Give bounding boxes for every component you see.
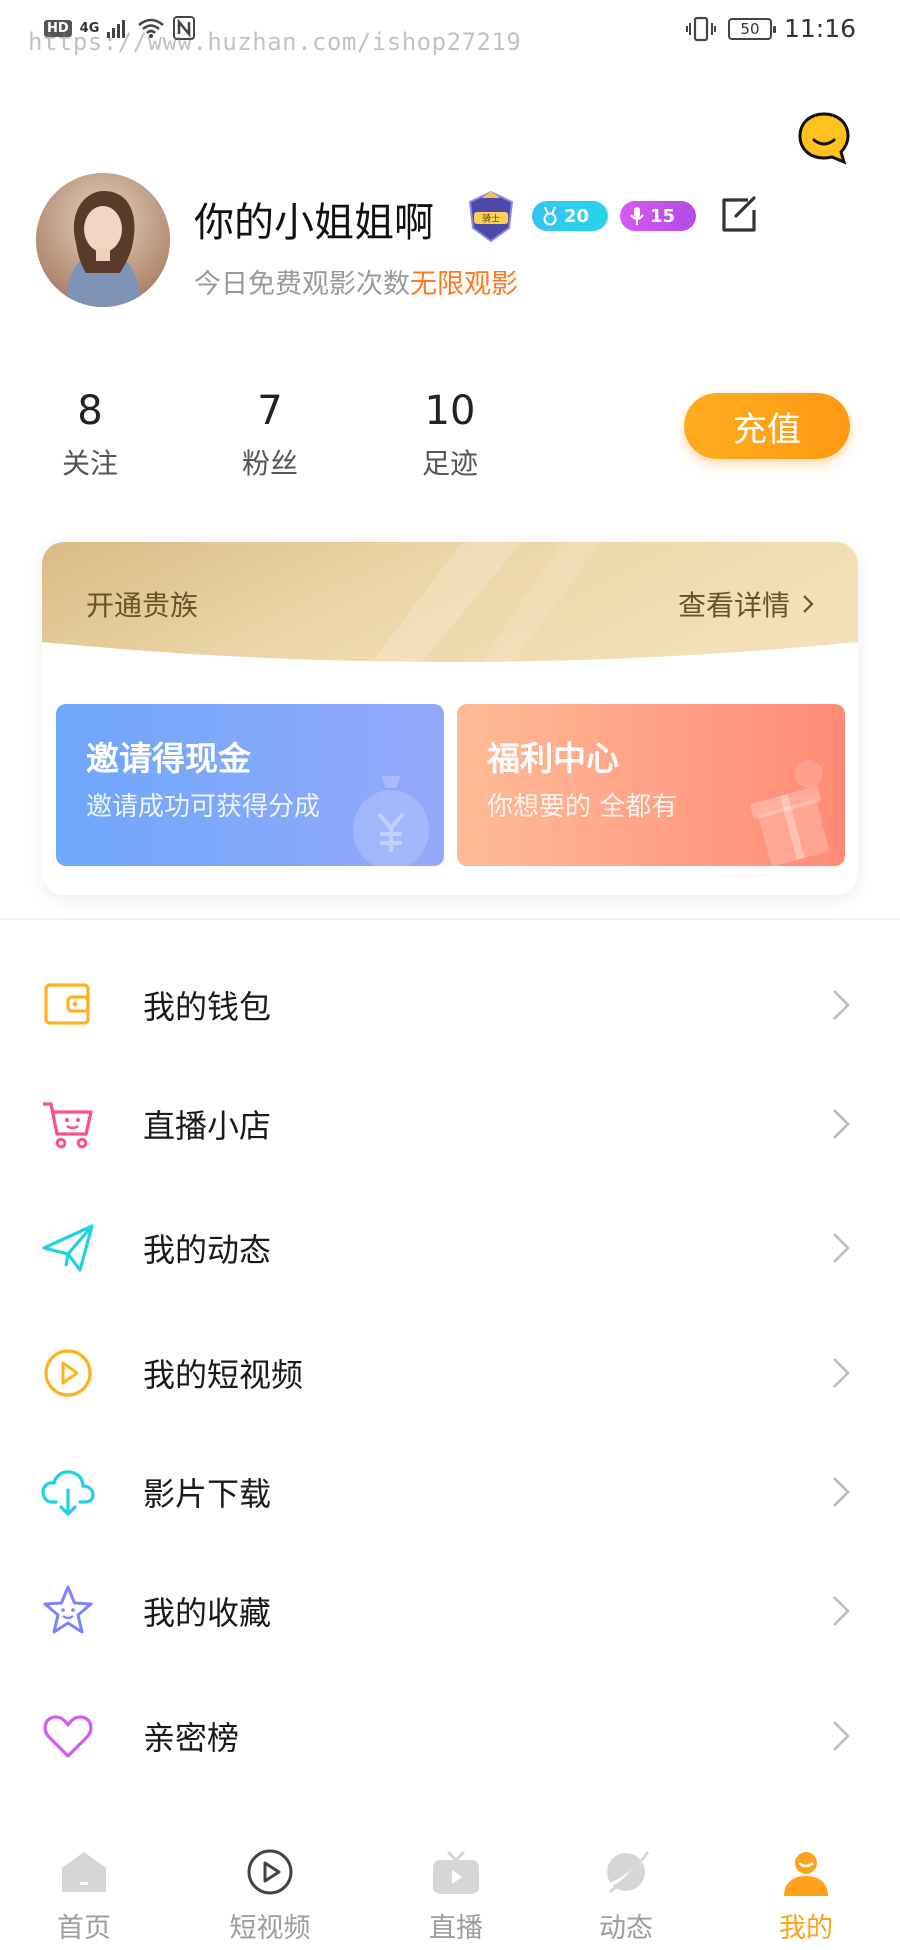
status-right: 50 11:16: [685, 14, 856, 43]
tab-short-video[interactable]: 短视频: [210, 1830, 330, 1945]
home-icon: [62, 1852, 106, 1892]
invite-subtitle: 邀请成功可获得分成: [86, 792, 321, 822]
menu-label-intimacy: 亲密榜: [143, 1719, 240, 1757]
wallet-icon: [44, 983, 90, 1025]
menu-item-wallet[interactable]: 我的钱包: [0, 957, 900, 1053]
chevron-right-icon: [833, 1109, 850, 1139]
chevron-right-icon: [833, 990, 850, 1020]
menu-label-moments: 我的动态: [143, 1231, 272, 1269]
bottom-tab-bar: 首页 短视频 直播 动态 我的: [0, 1830, 900, 1950]
avatar[interactable]: [36, 173, 170, 307]
watermark: https://www.huzhan.com/ishop27219: [28, 28, 522, 56]
recharge-button[interactable]: 充值: [684, 393, 850, 459]
invite-cash-card[interactable]: 邀请得现金 邀请成功可获得分成: [56, 704, 444, 866]
stat-following[interactable]: 8 关注: [30, 388, 150, 482]
planet-icon: [605, 1851, 650, 1894]
menu-item-intimacy[interactable]: 亲密榜: [0, 1688, 900, 1784]
welfare-center-card[interactable]: 福利中心 你想要的 全都有: [457, 704, 845, 866]
gift-icon: [750, 760, 829, 866]
menu-item-shop[interactable]: 直播小店: [0, 1076, 900, 1172]
rank-label: 骑士: [482, 213, 500, 225]
vip-details-label: 查看详情: [677, 589, 790, 622]
tab-mine[interactable]: 我的: [746, 1830, 866, 1945]
tab-moments[interactable]: 动态: [566, 1830, 686, 1945]
vip-title: 开通贵族: [86, 589, 199, 622]
menu-item-short-videos[interactable]: 我的短视频: [0, 1325, 900, 1421]
edit-profile-icon[interactable]: [718, 194, 760, 236]
rank-shield-icon: 骑士: [468, 190, 514, 243]
user-icon: [784, 1852, 828, 1896]
menu-label-favorites: 我的收藏: [143, 1594, 272, 1632]
chevron-right-icon: [833, 1596, 850, 1626]
paper-plane-icon: [42, 1224, 94, 1272]
menu-item-moments[interactable]: 我的动态: [0, 1200, 900, 1296]
free-watch-line: 今日免费观影次数无限观影: [194, 262, 518, 301]
tab-home-label: 首页: [57, 1913, 111, 1944]
free-watch-value: 无限观影: [410, 269, 518, 300]
clock: 11:16: [783, 14, 856, 43]
stat-fans-label: 粉丝: [241, 447, 298, 480]
chevron-right-icon: [833, 1233, 850, 1263]
tab-mine-label: 我的: [779, 1913, 833, 1944]
stat-following-count: 8: [77, 388, 103, 434]
menu-label-wallet: 我的钱包: [143, 988, 272, 1026]
tab-home[interactable]: 首页: [24, 1830, 144, 1945]
cloud-download-icon: [41, 1470, 95, 1516]
chevron-right-icon: [803, 595, 814, 613]
tab-moments-label: 动态: [599, 1913, 653, 1944]
stat-following-label: 关注: [61, 447, 118, 480]
vip-details-link[interactable]: 查看详情: [678, 584, 814, 624]
stat-footprints[interactable]: 10 足迹: [390, 388, 510, 482]
nickname: 你的小姐姐啊: [194, 200, 434, 246]
heart-icon: [43, 1715, 93, 1758]
menu-label-short-videos: 我的短视频: [143, 1356, 304, 1394]
tab-live-label: 直播: [429, 1913, 483, 1944]
stat-footprints-count: 10: [424, 388, 476, 434]
menu-item-downloads[interactable]: 影片下载: [0, 1444, 900, 1540]
vibrate-icon: [685, 16, 716, 41]
stat-fans-count: 7: [257, 388, 283, 434]
star-icon: [43, 1585, 93, 1634]
section-divider: [0, 918, 900, 920]
mic-badge: 15: [620, 201, 696, 231]
chat-bubble-icon[interactable]: [796, 110, 852, 166]
mic-count: 15: [650, 205, 676, 227]
stat-footprints-label: 足迹: [421, 447, 478, 480]
welfare-title: 福利中心: [487, 739, 619, 778]
chevron-right-icon: [833, 1721, 850, 1751]
tab-live[interactable]: 直播: [396, 1830, 516, 1945]
chevron-right-icon: [833, 1477, 850, 1507]
vip-card: 开通贵族 查看详情 邀请得现金 邀请成功可获得分成 福利中心 你想要的 全都有: [42, 542, 858, 895]
avatar-image: [36, 173, 170, 307]
battery-indicator: 50: [727, 17, 776, 40]
stat-fans[interactable]: 7 粉丝: [210, 388, 330, 482]
play-icon: [247, 1849, 293, 1895]
money-bag-icon: [353, 776, 429, 866]
mic-icon: [630, 207, 644, 225]
medal-badge: 20: [532, 201, 608, 231]
tab-short-video-label: 短视频: [229, 1913, 311, 1944]
invite-title: 邀请得现金: [86, 739, 251, 778]
menu-label-downloads: 影片下载: [143, 1475, 272, 1513]
welfare-subtitle: 你想要的 全都有: [487, 792, 678, 822]
menu-label-shop: 直播小店: [143, 1107, 272, 1145]
menu-item-favorites[interactable]: 我的收藏: [0, 1563, 900, 1659]
free-watch-label: 今日免费观影次数: [194, 269, 410, 300]
medal-icon: [543, 206, 557, 226]
play-circle-icon: [44, 1349, 92, 1397]
status-bar: HD 4G https://www.huzhan.com/ishop27219 …: [0, 0, 900, 62]
tv-icon: [433, 1850, 479, 1894]
cart-icon: [43, 1102, 93, 1149]
chevron-right-icon: [833, 1358, 850, 1388]
medal-count: 20: [564, 205, 590, 227]
